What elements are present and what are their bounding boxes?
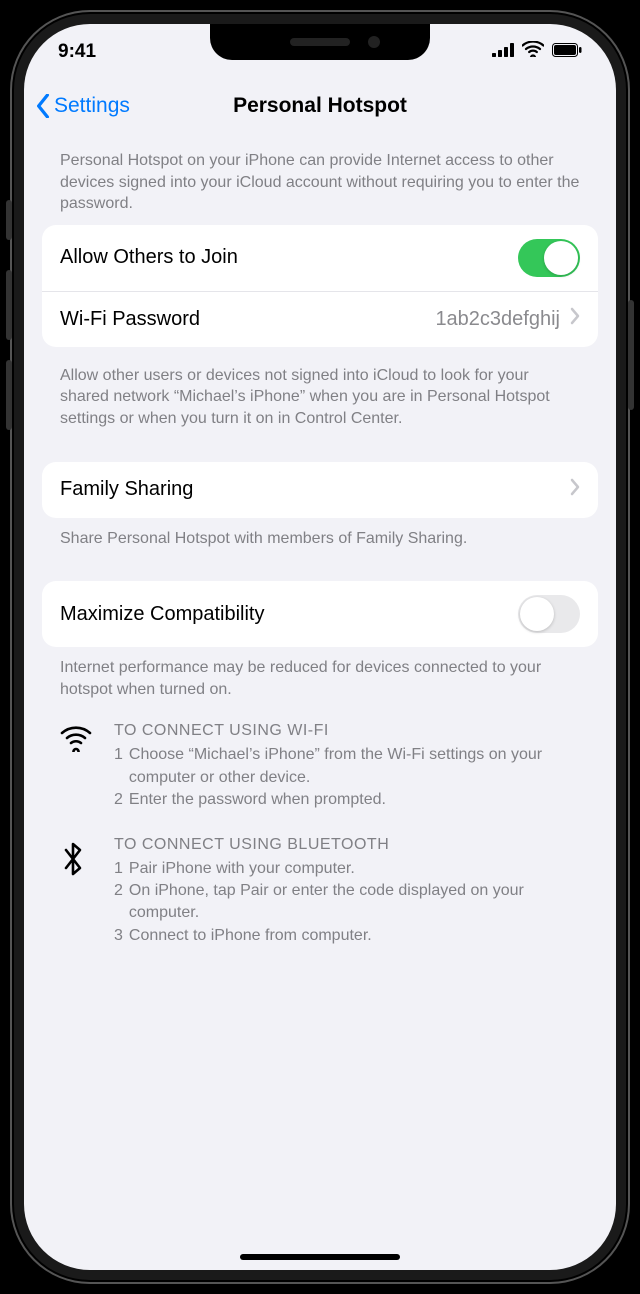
- wifi-icon: [60, 722, 96, 811]
- wifi-password-label: Wi-Fi Password: [60, 308, 200, 331]
- wifi-instructions: TO CONNECT USING WI-FI 1Choose “Michael’…: [42, 710, 598, 811]
- family-sharing-row[interactable]: Family Sharing: [42, 462, 598, 518]
- intro-text: Personal Hotspot on your iPhone can prov…: [42, 132, 598, 225]
- wifi-step-2: 2Enter the password when prompted.: [114, 789, 580, 811]
- back-button[interactable]: Settings: [36, 94, 130, 118]
- max-compat-row[interactable]: Maximize Compatibility: [42, 581, 598, 647]
- allow-others-toggle[interactable]: [518, 239, 580, 277]
- cellular-icon: [492, 41, 514, 63]
- bt-instruct-title: TO CONNECT USING BLUETOOTH: [114, 836, 580, 854]
- bt-step-1: 1Pair iPhone with your computer.: [114, 858, 580, 880]
- allow-footer: Allow other users or devices not signed …: [42, 347, 598, 440]
- max-compat-toggle[interactable]: [518, 595, 580, 633]
- family-footer: Share Personal Hotspot with members of F…: [42, 518, 598, 560]
- wifi-instruct-title: TO CONNECT USING WI-FI: [114, 722, 580, 740]
- page-title: Personal Hotspot: [233, 94, 407, 118]
- wifi-password-row[interactable]: Wi-Fi Password 1ab2c3defghij: [42, 291, 598, 347]
- back-label: Settings: [54, 94, 130, 118]
- family-sharing-label: Family Sharing: [60, 478, 193, 501]
- allow-others-row[interactable]: Allow Others to Join: [42, 225, 598, 291]
- compat-footer: Internet performance may be reduced for …: [42, 647, 598, 710]
- bt-instructions: TO CONNECT USING BLUETOOTH 1Pair iPhone …: [42, 812, 598, 948]
- bluetooth-icon: [60, 836, 96, 948]
- bt-step-3: 3Connect to iPhone from computer.: [114, 925, 580, 947]
- bt-step-2: 2On iPhone, tap Pair or enter the code d…: [114, 880, 580, 925]
- home-indicator[interactable]: [240, 1254, 400, 1260]
- chevron-right-icon: [570, 478, 580, 502]
- wifi-step-1: 1Choose “Michael’s iPhone” from the Wi-F…: [114, 744, 580, 789]
- chevron-right-icon: [570, 307, 580, 331]
- allow-others-label: Allow Others to Join: [60, 246, 238, 269]
- chevron-left-icon: [36, 94, 50, 118]
- battery-icon: [552, 41, 582, 63]
- wifi-icon: [522, 41, 544, 63]
- navbar: Settings Personal Hotspot: [24, 80, 616, 132]
- wifi-password-value: 1ab2c3defghij: [435, 308, 560, 331]
- status-time: 9:41: [58, 41, 96, 63]
- max-compat-label: Maximize Compatibility: [60, 603, 265, 626]
